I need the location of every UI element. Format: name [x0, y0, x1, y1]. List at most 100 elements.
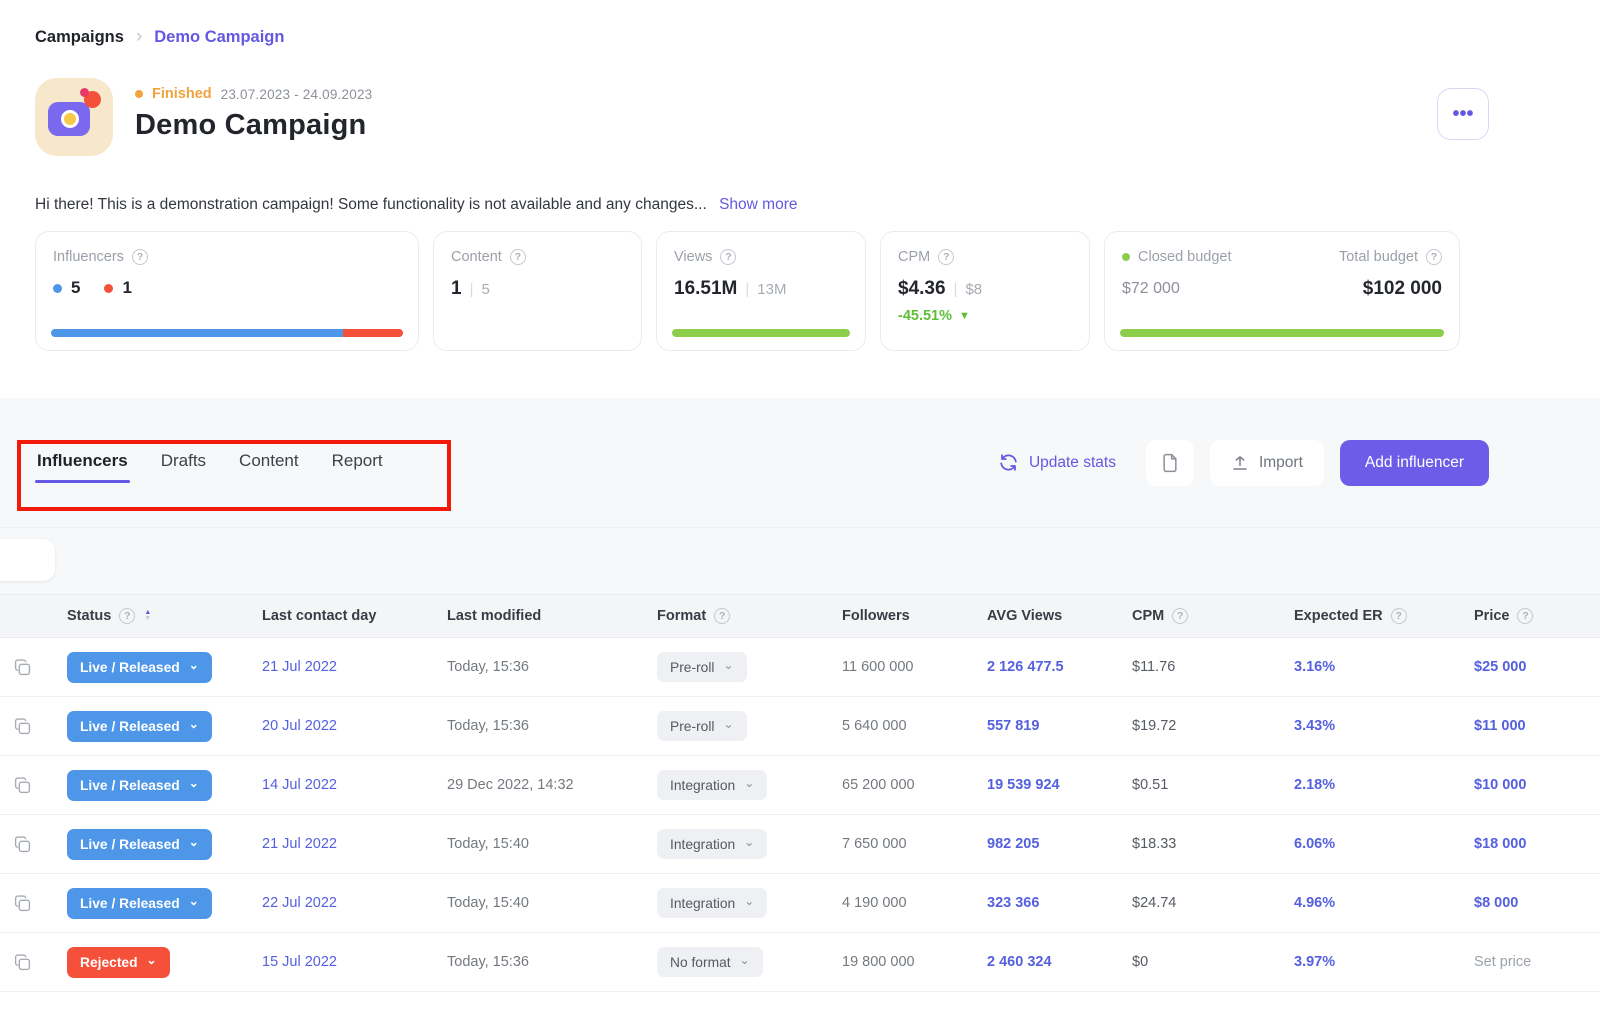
- chevron-down-icon: ⌄: [740, 954, 750, 966]
- last-contact-link[interactable]: 21 Jul 2022: [262, 659, 337, 675]
- status-badge[interactable]: Live / Released⌄: [67, 829, 212, 860]
- last-contact-link[interactable]: 22 Jul 2022: [262, 895, 337, 911]
- format-select[interactable]: Integration⌄: [657, 888, 767, 918]
- last-contact-link[interactable]: 21 Jul 2022: [262, 836, 337, 852]
- status-badge[interactable]: Live / Released⌄: [67, 770, 212, 801]
- last-contact-link[interactable]: 20 Jul 2022: [262, 718, 337, 734]
- tab-content[interactable]: Content: [237, 439, 301, 487]
- status-badge[interactable]: Live / Released⌄: [67, 652, 212, 683]
- campaign-header: Finished 23.07.2023 - 24.09.2023 Demo Ca…: [35, 78, 1489, 156]
- content-card-label: Content ?: [451, 249, 624, 265]
- help-icon[interactable]: ?: [1426, 249, 1442, 265]
- price-link[interactable]: $25 000: [1474, 659, 1526, 675]
- campaign-date-range: 23.07.2023 - 24.09.2023: [221, 87, 373, 102]
- last-modified-value: Today, 15:40: [435, 895, 645, 911]
- avg-views-link[interactable]: 982 205: [987, 836, 1039, 852]
- help-icon[interactable]: ?: [938, 249, 954, 265]
- closed-budget-label: Closed budget: [1138, 249, 1232, 265]
- filter-strip: [0, 528, 1600, 594]
- copy-icon[interactable]: [14, 954, 31, 971]
- chevron-down-icon: ⌄: [744, 777, 754, 789]
- more-actions-button[interactable]: •••: [1437, 88, 1489, 140]
- copy-icon[interactable]: [14, 836, 31, 853]
- expected-er-link[interactable]: 6.06%: [1294, 836, 1335, 852]
- expected-er-link[interactable]: 2.18%: [1294, 777, 1335, 793]
- copy-icon[interactable]: [14, 659, 31, 676]
- stat-cards: Influencers ? 5 1 Content ? 1 |: [35, 231, 1565, 351]
- add-influencer-button[interactable]: Add influencer: [1340, 440, 1489, 486]
- expected-er-link[interactable]: 4.96%: [1294, 895, 1335, 911]
- avatar-lens-shape: [61, 110, 79, 128]
- header-status: Status ? ▲ ▼: [55, 608, 250, 624]
- header-price: Price ?: [1462, 608, 1600, 624]
- show-more-link[interactable]: Show more: [719, 196, 797, 213]
- expected-er-link[interactable]: 3.16%: [1294, 659, 1335, 675]
- update-stats-label: Update stats: [1029, 454, 1116, 472]
- format-select[interactable]: Integration⌄: [657, 829, 767, 859]
- help-icon[interactable]: ?: [119, 608, 135, 624]
- stat-card-budget: Closed budget Total budget ? $72 000 $10…: [1104, 231, 1460, 351]
- card-label-text: Views: [674, 249, 712, 265]
- help-icon[interactable]: ?: [1391, 608, 1407, 624]
- status-badge[interactable]: Live / Released⌄: [67, 711, 212, 742]
- tab-influencers[interactable]: Influencers: [35, 439, 130, 487]
- total-budget-value: $102 000: [1363, 278, 1442, 300]
- chevron-down-icon: ⌄: [189, 895, 199, 907]
- avg-views-link[interactable]: 323 366: [987, 895, 1039, 911]
- status-badge[interactable]: Live / Released⌄: [67, 888, 212, 919]
- avg-views-link[interactable]: 557 819: [987, 718, 1039, 734]
- price-link[interactable]: $11 000: [1474, 718, 1526, 734]
- content-plan: 5: [481, 281, 489, 298]
- header-expected-er: Expected ER ?: [1282, 608, 1462, 624]
- followers-value: 19 800 000: [830, 954, 975, 970]
- last-modified-value: Today, 15:40: [435, 836, 645, 852]
- chevron-down-icon: ⌄: [189, 777, 199, 789]
- update-stats-button[interactable]: Update stats: [998, 452, 1116, 473]
- tab-drafts[interactable]: Drafts: [159, 439, 208, 487]
- status-badge[interactable]: Rejected⌄: [67, 947, 170, 978]
- price-link[interactable]: $10 000: [1474, 777, 1526, 793]
- copy-icon[interactable]: [14, 777, 31, 794]
- import-button[interactable]: Import: [1210, 440, 1324, 486]
- views-value: 16.51M: [674, 278, 737, 300]
- table-row: Live / Released⌄ 22 Jul 2022 Today, 15:4…: [0, 874, 1600, 933]
- search-input-stub[interactable]: [0, 539, 55, 581]
- help-icon[interactable]: ?: [1172, 608, 1188, 624]
- format-select[interactable]: Integration⌄: [657, 770, 767, 800]
- help-icon[interactable]: ?: [510, 249, 526, 265]
- content-value: 1: [451, 278, 462, 300]
- help-icon[interactable]: ?: [720, 249, 736, 265]
- stat-card-influencers: Influencers ? 5 1: [35, 231, 419, 351]
- views-progress-bar: [672, 329, 850, 337]
- sort-icon[interactable]: ▲ ▼: [144, 610, 151, 622]
- price-link[interactable]: $8 000: [1474, 895, 1518, 911]
- copy-icon[interactable]: [14, 718, 31, 735]
- cpm-value: $4.36: [898, 278, 946, 300]
- help-icon[interactable]: ?: [714, 608, 730, 624]
- avg-views-link[interactable]: 19 539 924: [987, 777, 1060, 793]
- set-price-link[interactable]: Set price: [1474, 954, 1531, 970]
- avg-views-link[interactable]: 2 460 324: [987, 954, 1052, 970]
- campaign-avatar: [35, 78, 113, 156]
- breadcrumb-campaigns-link[interactable]: Campaigns: [35, 28, 124, 47]
- views-plan: 13M: [757, 281, 786, 298]
- expected-er-link[interactable]: 3.97%: [1294, 954, 1335, 970]
- export-file-button[interactable]: [1146, 440, 1194, 486]
- help-icon[interactable]: ?: [132, 249, 148, 265]
- expected-er-link[interactable]: 3.43%: [1294, 718, 1335, 734]
- price-link[interactable]: $18 000: [1474, 836, 1526, 852]
- tab-report[interactable]: Report: [330, 439, 385, 487]
- last-contact-link[interactable]: 15 Jul 2022: [262, 954, 337, 970]
- format-select[interactable]: Pre-roll⌄: [657, 711, 747, 741]
- avg-views-link[interactable]: 2 126 477.5: [987, 659, 1064, 675]
- help-icon[interactable]: ?: [1517, 608, 1533, 624]
- followers-value: 65 200 000: [830, 777, 975, 793]
- chevron-down-icon: ⌄: [744, 895, 754, 907]
- value-divider: |: [470, 281, 474, 298]
- format-select[interactable]: Pre-roll⌄: [657, 652, 747, 682]
- format-select[interactable]: No format⌄: [657, 947, 763, 977]
- copy-icon[interactable]: [14, 895, 31, 912]
- description-text: Hi there! This is a demonstration campai…: [35, 196, 707, 213]
- closed-budget-dot-icon: [1122, 253, 1130, 261]
- last-contact-link[interactable]: 14 Jul 2022: [262, 777, 337, 793]
